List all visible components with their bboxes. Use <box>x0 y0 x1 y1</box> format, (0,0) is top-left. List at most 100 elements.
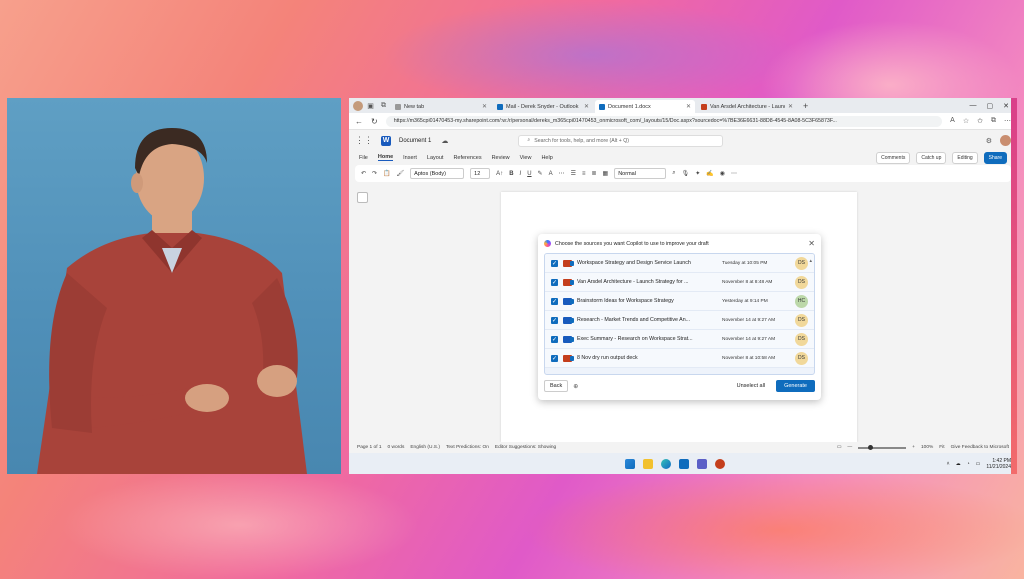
align-icon[interactable]: ≣ <box>592 170 597 177</box>
feedback-link[interactable]: Give Feedback to Microsoft <box>951 445 1009 450</box>
view-mode-icon[interactable]: ▭ <box>837 445 842 450</box>
editing-mode-button[interactable]: Editing <box>952 151 978 164</box>
tab-layout[interactable]: Layout <box>427 155 444 161</box>
checkbox[interactable]: ✓ <box>551 297 558 305</box>
undo-icon[interactable]: ↶ <box>361 170 366 177</box>
more-icon[interactable]: ⋯ <box>1004 117 1011 125</box>
list-item[interactable]: ✓ Exec Summary - Research on Workspace S… <box>545 330 814 349</box>
windows-start-icon[interactable] <box>625 458 635 469</box>
user-avatar[interactable] <box>1000 135 1011 146</box>
autosave-icon[interactable]: ☁ <box>439 135 450 146</box>
attach-icon[interactable]: ⊕ <box>573 383 578 390</box>
editor-status[interactable]: Editor Suggestions: Showing <box>495 445 556 450</box>
dictate-icon[interactable]: 🎙 <box>682 170 690 177</box>
checkbox[interactable]: ✓ <box>551 335 558 343</box>
tab-outlook[interactable]: Mail - Derek Snyder - Outlook ✕ <box>493 100 593 113</box>
search-input[interactable]: ⌕ Search for tools, help, and more (Alt … <box>518 134 724 147</box>
more-formatting-icon[interactable]: ⋯ <box>559 170 565 177</box>
tab-new-tab[interactable]: New tab ✕ <box>391 100 491 113</box>
scrollbar[interactable]: ▴ <box>809 258 812 264</box>
tab-actions-icon[interactable]: ⧉ <box>378 100 389 111</box>
tab-view[interactable]: View <box>520 155 532 161</box>
language-status[interactable]: English (U.S.) <box>410 445 440 450</box>
back-button[interactable]: Back <box>544 380 569 392</box>
close-icon[interactable]: ✕ <box>584 103 589 110</box>
tab-document[interactable]: Document 1.docx ✕ <box>595 100 695 113</box>
navigation-pane-icon[interactable] <box>357 192 368 203</box>
bullets-icon[interactable]: ☰ <box>571 170 576 177</box>
clipboard-icon[interactable]: 📋 <box>383 170 390 177</box>
bold-icon[interactable]: B <box>509 171 513 177</box>
collections-icon[interactable]: ▣ <box>365 100 376 111</box>
font-size-select[interactable]: 12 <box>470 168 491 179</box>
close-icon[interactable]: ✕ <box>788 103 793 110</box>
battery-icon[interactable]: ▭ <box>976 461 981 467</box>
profile-avatar[interactable] <box>353 100 363 111</box>
zoom-in-icon[interactable]: + <box>912 445 915 450</box>
format-painter-icon[interactable]: 🖌 <box>397 170 405 177</box>
app-launcher-icon[interactable]: ⋮⋮ <box>355 135 373 146</box>
redo-icon[interactable]: ↷ <box>372 170 377 177</box>
tab-references[interactable]: References <box>453 155 481 161</box>
generate-button[interactable]: Generate <box>776 380 815 392</box>
numbering-icon[interactable]: ≡ <box>582 171 586 177</box>
read-aloud-icon[interactable]: A <box>950 117 955 125</box>
outlook-app-icon[interactable] <box>679 458 689 469</box>
back-arrow-icon[interactable]: ← <box>355 117 363 126</box>
minimize-icon[interactable]: — <box>970 102 977 110</box>
clock[interactable]: 1:42 PM 11/21/2024 <box>986 458 1011 470</box>
find-icon[interactable]: ⌕ <box>672 170 675 177</box>
document-title[interactable]: Document 1 <box>399 138 431 144</box>
close-icon[interactable]: ✕ <box>686 103 691 110</box>
italic-icon[interactable]: I <box>520 171 522 177</box>
edge-icon[interactable] <box>661 458 671 469</box>
unselect-all-button[interactable]: Unselect all <box>731 381 771 391</box>
share-button[interactable]: Share <box>983 151 1007 164</box>
highlight-icon[interactable]: ✎ <box>538 170 543 177</box>
list-item[interactable]: ✓ Van Arsdel Architecture - Launch Strat… <box>545 273 814 292</box>
zoom-level[interactable]: 100% <box>921 445 933 450</box>
cloud-icon[interactable]: ☁ <box>956 461 961 467</box>
list-item[interactable]: ✓ Workspace Strategy and Design Service … <box>545 254 814 273</box>
settings-gear-icon[interactable]: ⚙ <box>986 137 992 145</box>
designer-icon[interactable]: ✦ <box>695 170 700 177</box>
refresh-icon[interactable]: ↻ <box>371 117 378 126</box>
copilot-icon[interactable]: ◉ <box>720 170 725 177</box>
zoom-slider[interactable] <box>858 444 907 450</box>
more-options-icon[interactable]: ⋯ <box>731 170 737 177</box>
tab-file[interactable]: File <box>359 155 368 161</box>
split-screen-icon[interactable]: ⧉ <box>991 117 996 125</box>
grow-font-icon[interactable]: A↑ <box>496 171 503 177</box>
chevron-up-icon[interactable]: ˄ <box>947 461 950 467</box>
checkbox[interactable]: ✓ <box>551 259 558 267</box>
checkbox[interactable]: ✓ <box>551 354 558 362</box>
font-color-icon[interactable]: A <box>549 171 553 177</box>
underline-icon[interactable]: U <box>527 171 531 177</box>
tab-insert[interactable]: Insert <box>403 155 417 161</box>
close-window-icon[interactable]: ✕ <box>1003 102 1009 110</box>
tab-home[interactable]: Home <box>377 154 394 161</box>
close-icon[interactable]: ✕ <box>482 103 487 110</box>
close-icon[interactable]: ✕ <box>808 239 815 248</box>
zoom-out-icon[interactable]: — <box>847 445 852 450</box>
url-field[interactable]: https://m365cpi01470453-my.sharepoint.co… <box>385 115 943 127</box>
font-family-select[interactable]: Aptos (Body) <box>410 168 465 179</box>
favorite-star-icon[interactable]: ☆ <box>963 117 969 125</box>
style-select[interactable]: Normal <box>614 168 667 179</box>
editor-icon[interactable]: ✍ <box>706 170 713 177</box>
list-item[interactable]: ✓ Brainstorm Ideas for Workspace Strateg… <box>545 292 814 311</box>
new-tab-button[interactable]: + <box>799 101 812 111</box>
catch-up-button[interactable]: Catch up <box>916 151 947 164</box>
powerpoint-app-icon[interactable] <box>715 458 725 469</box>
maximize-icon[interactable]: ▢ <box>987 102 994 110</box>
wifi-icon[interactable]: ◔ <box>967 461 970 467</box>
borders-icon[interactable]: ▦ <box>603 170 609 177</box>
text-predictions-status[interactable]: Text Predictions: On <box>446 445 489 450</box>
file-explorer-icon[interactable] <box>643 458 653 469</box>
fit-button[interactable]: Fit <box>939 445 944 450</box>
tab-help[interactable]: Help <box>541 155 552 161</box>
teams-icon[interactable] <box>697 458 707 469</box>
tab-van-arsdel[interactable]: Van Arsdel Architecture - Launch ✕ <box>697 100 797 113</box>
list-item[interactable]: ✓ 8 Nov dry run output deck November 8 a… <box>545 349 814 368</box>
checkbox[interactable]: ✓ <box>551 316 558 324</box>
